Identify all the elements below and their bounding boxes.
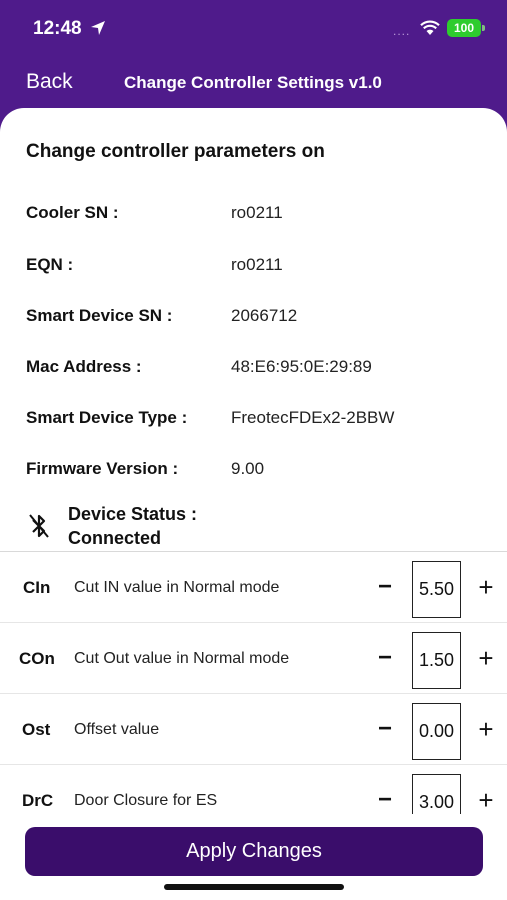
param-code: DrC — [22, 791, 54, 810]
cellular-signal-icon: .... — [393, 24, 411, 38]
param-row-ost: Ost Offset value − 0.00 + — [0, 694, 507, 765]
status-bar: 12:48 .... 100 — [0, 0, 507, 58]
decrement-button[interactable]: − — [374, 714, 396, 744]
home-indicator[interactable] — [164, 884, 344, 890]
info-label: Firmware Version : — [26, 459, 179, 478]
info-label: EQN : — [26, 255, 74, 274]
info-label: Cooler SN : — [26, 203, 119, 222]
page-title: Change Controller Settings v1.0 — [124, 73, 382, 92]
battery-icon: 100 — [447, 19, 485, 37]
increment-button[interactable]: + — [474, 785, 498, 814]
param-row-drc: DrC Door Closure for ES − 3.00 + — [0, 765, 507, 814]
param-description: Cut Out value in Normal mode — [74, 650, 290, 667]
param-code: Ost — [22, 720, 51, 739]
info-row-smart-device-type: Smart Device Type : FreotecFDEx2-2BBW — [0, 408, 507, 432]
info-label: Smart Device SN : — [26, 306, 173, 325]
nav-bar: Back Change Controller Settings v1.0 — [0, 58, 507, 108]
param-description: Door Closure for ES — [74, 792, 218, 809]
decrement-button[interactable]: − — [374, 572, 396, 602]
info-value: ro0211 — [231, 203, 283, 222]
info-label: Smart Device Type : — [26, 408, 188, 427]
apply-changes-button[interactable]: Apply Changes — [25, 827, 483, 876]
param-description: Offset value — [74, 721, 160, 738]
info-label: Mac Address : — [26, 357, 142, 376]
info-value: 2066712 — [231, 306, 298, 325]
increment-button[interactable]: + — [474, 572, 498, 602]
increment-button[interactable]: + — [474, 643, 498, 673]
section-heading: Change controller parameters on — [26, 141, 325, 162]
param-code: CIn — [23, 578, 51, 597]
param-row-con: COn Cut Out value in Normal mode − 1.50 … — [0, 623, 507, 694]
parameter-list[interactable]: CIn Cut IN value in Normal mode − 5.50 +… — [0, 552, 507, 814]
param-value-field[interactable]: 1.50 — [412, 632, 461, 689]
info-row-eqn: EQN : ro0211 — [0, 255, 507, 279]
param-code: COn — [19, 649, 55, 668]
info-value: ro0211 — [231, 255, 283, 274]
device-status-value: Connected — [68, 528, 162, 548]
bluetooth-off-icon — [29, 514, 49, 538]
info-row-smart-device-sn: Smart Device SN : 2066712 — [0, 306, 507, 330]
info-row-mac-address: Mac Address : 48:E6:95:0E:29:89 — [0, 357, 507, 381]
decrement-button[interactable]: − — [374, 643, 396, 673]
param-value-field[interactable]: 3.00 — [412, 774, 461, 814]
info-row-cooler-sn: Cooler SN : ro0211 — [0, 203, 507, 227]
info-value: FreotecFDEx2-2BBW — [231, 408, 395, 427]
param-description: Cut IN value in Normal mode — [74, 579, 280, 596]
device-status: Device Status : Connected — [68, 502, 197, 550]
back-button[interactable]: Back — [26, 70, 73, 94]
param-value-field[interactable]: 5.50 — [412, 561, 461, 618]
location-arrow-icon — [91, 21, 105, 35]
decrement-button[interactable]: − — [374, 785, 396, 814]
param-row-cin: CIn Cut IN value in Normal mode − 5.50 + — [0, 552, 507, 623]
info-value: 48:E6:95:0E:29:89 — [231, 357, 372, 376]
info-value: 9.00 — [231, 459, 265, 478]
status-time: 12:48 — [33, 18, 82, 39]
device-status-label: Device Status : — [68, 504, 198, 524]
increment-button[interactable]: + — [474, 714, 498, 744]
info-row-firmware-version: Firmware Version : 9.00 — [0, 459, 507, 483]
param-value-field[interactable]: 0.00 — [412, 703, 461, 760]
wifi-icon — [420, 20, 440, 35]
